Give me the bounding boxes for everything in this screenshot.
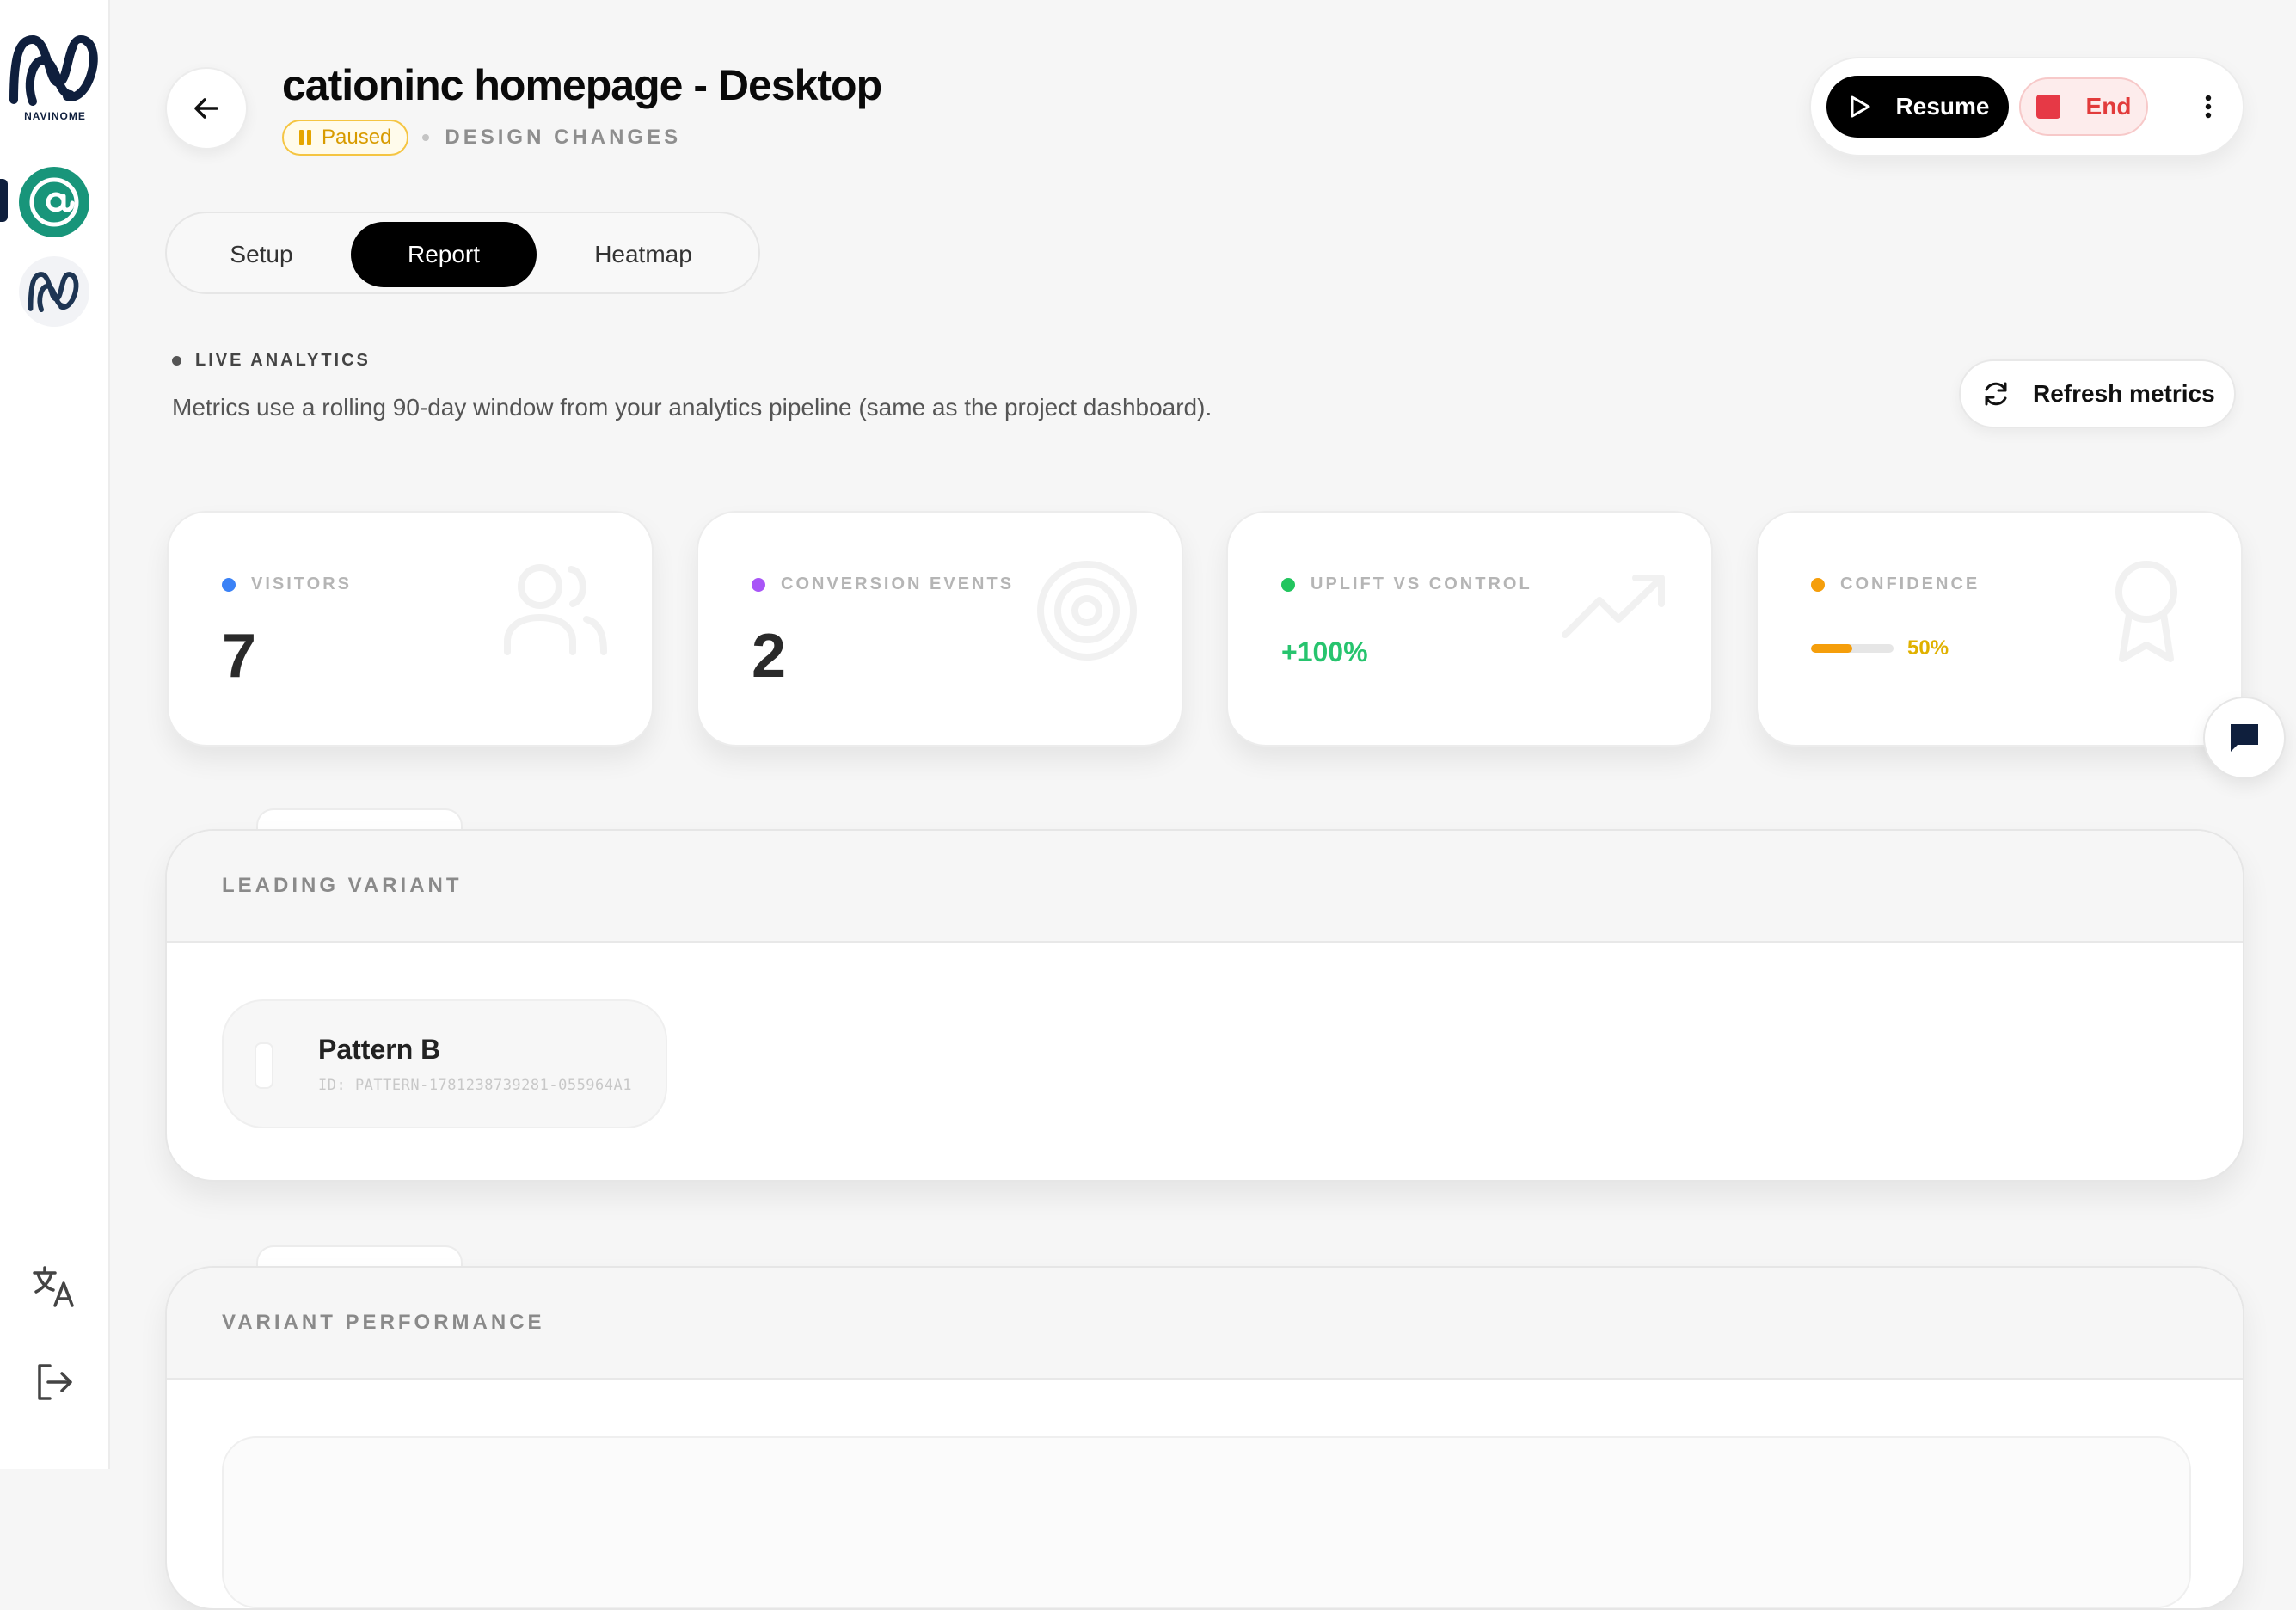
view-tabs: Setup Report Heatmap xyxy=(165,212,760,294)
live-analytics-label: LIVE ANALYTICS xyxy=(195,351,371,370)
metric-label: UPLIFT VS CONTROL xyxy=(1311,575,1532,593)
users-icon xyxy=(504,564,607,655)
panel-header: LEADING VARIANT xyxy=(167,831,2243,943)
variant-swatch xyxy=(255,1042,273,1089)
refresh-icon xyxy=(1985,382,2007,406)
logout-icon[interactable] xyxy=(29,1357,79,1407)
resume-button[interactable]: Resume xyxy=(1826,76,2009,138)
tab-report[interactable]: Report xyxy=(351,222,537,287)
chat-button[interactable] xyxy=(2203,697,2286,779)
metric-label: CONVERSION EVENTS xyxy=(781,575,1015,593)
variant-name: Pattern B xyxy=(318,1034,441,1065)
panel-header: VARIANT PERFORMANCE xyxy=(167,1268,2243,1380)
confidence-meter: 50% xyxy=(1811,636,1949,661)
metric-label-row: VISITORS xyxy=(222,575,352,594)
metric-value: 2 xyxy=(752,622,787,691)
metric-dot xyxy=(1281,577,1295,592)
message-icon xyxy=(2231,724,2258,752)
pause-icon xyxy=(299,130,311,145)
end-button[interactable]: End xyxy=(2019,77,2148,136)
back-button[interactable] xyxy=(165,67,248,150)
experiment-category: DESIGN CHANGES xyxy=(445,126,682,149)
more-vertical-icon xyxy=(2205,95,2212,119)
at-sign-icon xyxy=(29,177,79,227)
play-icon xyxy=(1851,95,1870,118)
leading-variant-panel: LEADING VARIANT Pattern B ID: PATTERN-17… xyxy=(165,829,2244,1182)
metric-label-row: CONVERSION EVENTS xyxy=(752,575,1014,594)
translate-icon[interactable] xyxy=(29,1261,79,1311)
arrow-left-icon xyxy=(194,98,218,119)
tab-heatmap[interactable]: Heatmap xyxy=(542,222,745,287)
sidebar: NAVINOME xyxy=(0,0,110,1469)
page-title: cationinc homepage - Desktop xyxy=(282,61,882,109)
metric-dot xyxy=(222,577,236,592)
metric-label: VISITORS xyxy=(251,575,352,593)
metric-dot xyxy=(752,577,765,592)
experiment-actions: Resume End xyxy=(1809,57,2244,157)
resume-label: Resume xyxy=(1895,93,1990,120)
active-project-marker xyxy=(0,179,8,222)
metric-label-row: UPLIFT VS CONTROL xyxy=(1281,575,1532,594)
project-avatar-navinome[interactable] xyxy=(19,256,89,327)
award-icon xyxy=(2115,561,2177,662)
brand-name: NAVINOME xyxy=(24,110,86,122)
metric-card-visitors: VISITORS 7 xyxy=(167,511,654,747)
confidence-fill xyxy=(1811,644,1852,653)
tab-setup[interactable]: Setup xyxy=(175,222,347,287)
refresh-label: Refresh metrics xyxy=(2033,380,2215,407)
panel-title: VARIANT PERFORMANCE xyxy=(222,1311,545,1334)
end-label: End xyxy=(2085,93,2132,120)
metric-card-conversion-events: CONVERSION EVENTS 2 xyxy=(697,511,1183,747)
metric-label-row: CONFIDENCE xyxy=(1811,575,1980,594)
panel-title: LEADING VARIANT xyxy=(222,874,463,897)
live-indicator-dot xyxy=(172,356,181,366)
more-options-button[interactable] xyxy=(2184,83,2232,131)
metric-dot xyxy=(1811,577,1825,592)
variant-performance-panel: VARIANT PERFORMANCE xyxy=(165,1266,2244,1610)
navinome-logo-icon xyxy=(9,34,98,106)
metric-card-uplift: UPLIFT VS CONTROL +100% xyxy=(1226,511,1713,747)
variant-performance-content xyxy=(222,1436,2191,1608)
analytics-description: Metrics use a rolling 90-day window from… xyxy=(172,394,1212,421)
trending-up-icon xyxy=(1562,575,1665,638)
leading-variant-chip[interactable]: Pattern B ID: PATTERN-1781238739281-0559… xyxy=(222,999,667,1128)
stop-icon xyxy=(2035,95,2060,119)
brand-logo[interactable]: NAVINOME xyxy=(5,31,105,122)
metric-label: CONFIDENCE xyxy=(1840,575,1980,593)
variant-id: ID: PATTERN-1781238739281-055964A1 xyxy=(318,1077,632,1094)
metric-value: +100% xyxy=(1281,636,1368,667)
metric-card-confidence: CONFIDENCE 50% xyxy=(1756,511,2243,747)
metric-value: 7 xyxy=(222,622,257,691)
refresh-metrics-button[interactable]: Refresh metrics xyxy=(1959,359,2236,428)
confidence-track xyxy=(1811,644,1894,653)
live-analytics-header: LIVE ANALYTICS xyxy=(172,351,371,371)
target-icon xyxy=(1037,561,1137,661)
confidence-value: 50% xyxy=(1907,636,1949,660)
status-badge: Paused xyxy=(282,120,409,156)
separator-dot xyxy=(422,134,430,141)
navinome-project-icon xyxy=(28,272,79,312)
status-row: Paused DESIGN CHANGES xyxy=(282,120,681,156)
status-text: Paused xyxy=(322,126,392,149)
project-avatar-cationinc[interactable] xyxy=(19,167,89,237)
